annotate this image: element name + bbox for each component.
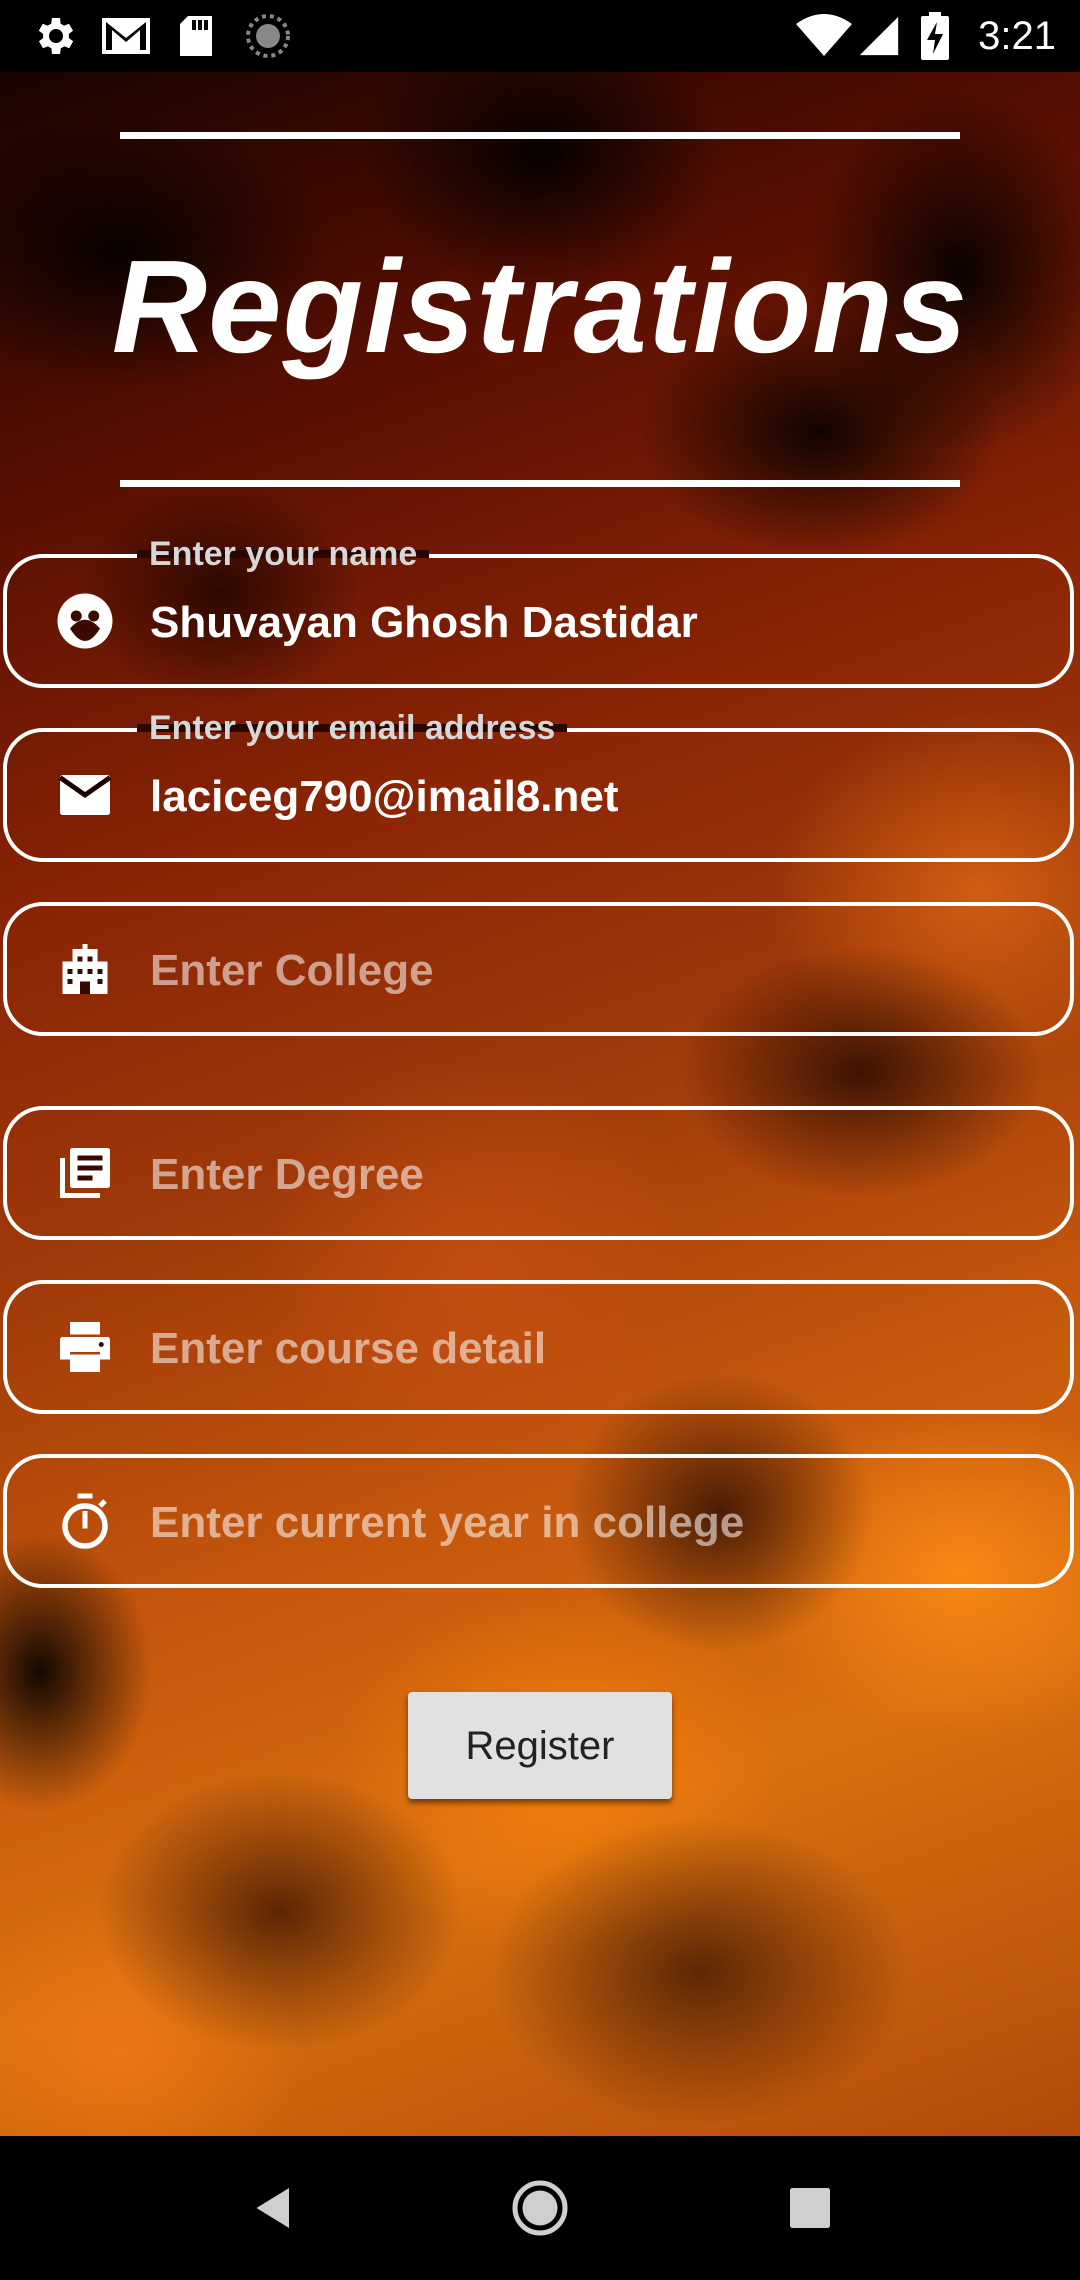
- back-icon[interactable]: [244, 2178, 304, 2238]
- degree-input[interactable]: Enter Degree: [150, 1148, 424, 1202]
- building-icon: [62, 944, 108, 994]
- registration-screen: 3:21 Registrations Enter your name Shuva…: [0, 0, 1080, 2280]
- email-label: Enter your email address: [137, 708, 568, 748]
- year-input[interactable]: Enter current year in college: [150, 1496, 744, 1550]
- course-input[interactable]: Enter course detail: [150, 1322, 546, 1376]
- printer-icon: [60, 1322, 110, 1372]
- title-rule-top: [120, 132, 960, 139]
- year-field[interactable]: Enter current year in college: [3, 1454, 1074, 1588]
- status-bar: 3:21: [0, 0, 1080, 72]
- timer-icon: [62, 1493, 108, 1549]
- recents-icon[interactable]: [780, 2178, 840, 2238]
- signal-icon: [859, 16, 899, 56]
- name-input[interactable]: Shuvayan Ghosh Dastidar: [150, 596, 698, 650]
- register-button[interactable]: Register: [408, 1692, 672, 1799]
- email-field[interactable]: Enter your email address laciceg790@imai…: [3, 708, 1074, 862]
- sd-card-icon: [180, 16, 212, 56]
- college-input[interactable]: Enter College: [150, 944, 434, 998]
- email-icon: [58, 775, 112, 815]
- degree-field[interactable]: Enter Degree: [3, 1106, 1074, 1240]
- course-field[interactable]: Enter course detail: [3, 1280, 1074, 1414]
- face-icon: [57, 593, 113, 649]
- email-input[interactable]: laciceg790@imail8.net: [150, 770, 619, 824]
- page-title: Registrations: [111, 233, 969, 380]
- name-label: Enter your name: [137, 534, 430, 574]
- title-rule-bottom: [120, 480, 960, 487]
- battery-charging-icon: [921, 12, 949, 60]
- gmail-icon: [102, 18, 150, 54]
- college-field[interactable]: Enter College: [3, 902, 1074, 1036]
- sync-icon: [246, 14, 290, 58]
- name-field[interactable]: Enter your name Shuvayan Ghosh Dastidar: [3, 534, 1074, 688]
- navigation-bar: [0, 2136, 1080, 2280]
- status-time: 3:21: [978, 14, 1056, 58]
- home-icon[interactable]: [510, 2178, 570, 2238]
- settings-icon: [38, 18, 74, 54]
- wifi-icon: [796, 14, 852, 56]
- library-books-icon: [60, 1148, 110, 1198]
